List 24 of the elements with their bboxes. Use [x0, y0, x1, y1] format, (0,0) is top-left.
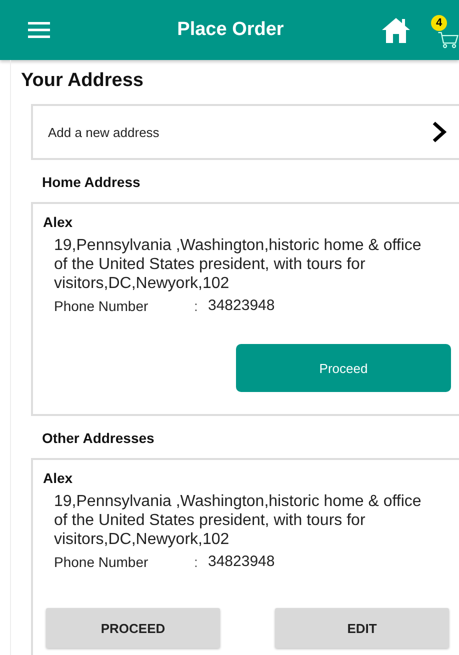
phone-label: Phone Number [54, 554, 150, 570]
contact-name: Alex [43, 214, 74, 230]
section-title: Other Addresses [42, 430, 156, 446]
phone-number: 34823948 [208, 297, 275, 314]
menu-icon[interactable] [28, 22, 50, 38]
phone-label: Phone Number [54, 298, 150, 314]
add-address-row[interactable]: Add a new address [31, 104, 459, 160]
phone-number: 34823948 [208, 553, 275, 570]
cart-count-badge: 4 [431, 15, 447, 31]
action-button[interactable]: PROCEED [46, 608, 220, 648]
separator: : [194, 554, 199, 570]
chevron-right-icon [431, 120, 447, 144]
add-address-label: Add a new address [48, 124, 160, 140]
address-text: 19,Pennsylvania ,Washington,historic home & office of the United States president, with tours for visitors,DC,Newyork,102 [53, 492, 422, 549]
separator: : [194, 298, 199, 314]
contact-name: Alex [43, 470, 74, 486]
home-icon[interactable] [381, 16, 411, 44]
section-heading: Your Address [21, 70, 144, 92]
proceed-button[interactable]: Proceed [236, 344, 451, 392]
page-title: Place Order [176, 19, 285, 41]
action-button[interactable]: EDIT [275, 608, 449, 648]
address-text: 19,Pennsylvania ,Washington,historic home & office of the United States president, with tours for visitors,DC,Newyork,102 [53, 236, 422, 293]
section-title: Home Address [42, 174, 142, 190]
cart-icon[interactable] [437, 31, 459, 49]
